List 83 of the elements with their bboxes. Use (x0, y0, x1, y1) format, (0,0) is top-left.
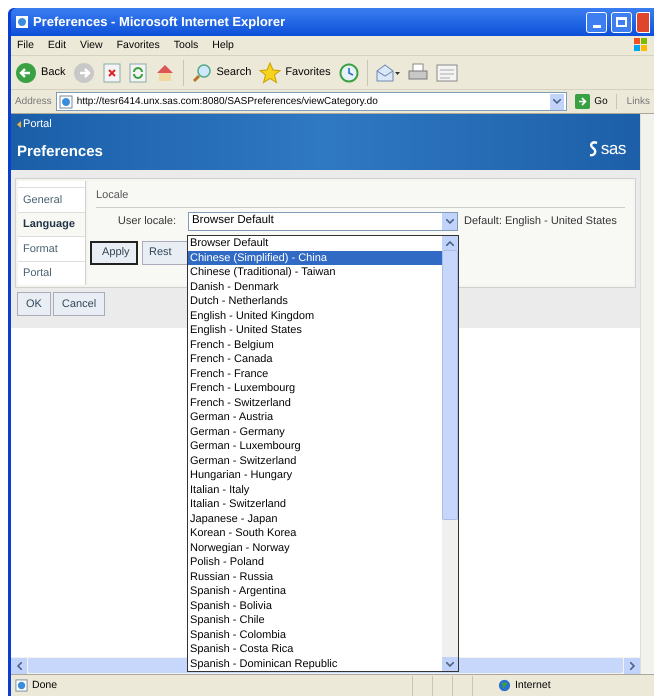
tab[interactable]: Format (18, 236, 85, 260)
search-icon (192, 62, 212, 82)
dropdown-option[interactable]: German - Austria (188, 410, 442, 424)
dropdown-option[interactable]: Spanish - Chile (188, 613, 442, 628)
arrow-right-icon (578, 97, 588, 106)
dropdown-option[interactable]: Chinese (Simplified) - China (188, 250, 442, 265)
house-icon[interactable] (155, 62, 176, 82)
dropdown-option[interactable]: English - United States (188, 323, 442, 338)
dropdown-option[interactable]: Korean - South Korea (188, 526, 442, 540)
default-note: Default: English - United States (464, 214, 617, 229)
dropdown-option[interactable]: Polish - Poland (188, 555, 442, 570)
zone-text: Internet (515, 678, 551, 693)
dropdown-option[interactable]: French - Switzerland (188, 396, 442, 410)
browser-icon (15, 15, 29, 29)
dropdown-option[interactable]: German - Luxembourg (188, 439, 442, 454)
dropdown-option[interactable]: Danish - Denmark (188, 280, 442, 294)
logo-icon (588, 140, 600, 157)
dropdown-option[interactable]: French - France (188, 366, 442, 381)
page-title: Preferences (17, 142, 103, 162)
ok-button[interactable]: OK (17, 292, 51, 316)
triangle-left-icon (17, 120, 21, 128)
menu-item[interactable]: Help (212, 38, 234, 54)
refresh-icon[interactable] (129, 62, 148, 82)
tab[interactable]: Language (18, 212, 85, 236)
scroll-right-icon[interactable] (630, 662, 634, 670)
cancel-button[interactable]: Cancel (52, 292, 106, 316)
clock-icon[interactable] (338, 62, 359, 82)
dropdown-option[interactable]: Spanish - Costa Rica (188, 642, 442, 656)
scroll-down-icon[interactable] (442, 657, 458, 671)
menu-item[interactable]: Tools (174, 38, 198, 54)
vertical-scrollbar[interactable] (640, 114, 654, 674)
close-button[interactable] (636, 12, 650, 32)
apply-button[interactable]: Apply (90, 240, 138, 264)
dropdown-option[interactable]: Dutch - Netherlands (188, 294, 442, 308)
globe-icon (498, 679, 511, 692)
section-title: Locale (96, 187, 625, 208)
dropdown-option[interactable]: Japanese - Japan (188, 512, 442, 526)
minimize-button[interactable] (586, 12, 607, 32)
dropdown-option[interactable]: Norwegian - Norway (188, 540, 442, 555)
dropdown-option[interactable]: French - Belgium (188, 338, 442, 352)
menu-item[interactable]: Edit (48, 38, 66, 54)
portal-link[interactable]: Portal (17, 116, 634, 132)
field-label: User locale: (116, 214, 177, 229)
tab[interactable]: Portal (18, 260, 85, 285)
logo-text: sas (600, 138, 626, 160)
dropdown-option[interactable]: Italian - Italy (188, 482, 442, 497)
page-icon (15, 679, 28, 692)
address-field[interactable]: http://tesr6414.unx.sas.com:8080/SASPreferences/viewCategory.do (56, 92, 568, 111)
dropdown-option[interactable]: English - United Kingdom (188, 308, 442, 323)
dropdown-option[interactable]: German - Switzerland (188, 454, 442, 468)
address-label: Address (15, 95, 52, 109)
maximize-button[interactable] (611, 12, 632, 32)
dropdown-option[interactable]: German - Germany (188, 424, 442, 439)
windows-flag-icon (634, 38, 648, 52)
menu-item[interactable]: Favorites (116, 38, 160, 54)
dropdown-option[interactable]: Spanish - Colombia (188, 628, 442, 642)
menu-item[interactable]: File (17, 38, 34, 54)
locale-select[interactable]: Browser Default (188, 212, 458, 230)
go-button[interactable]: Go (571, 94, 612, 109)
dropdown-option[interactable]: Spanish - Bolivia (188, 598, 442, 613)
links-button[interactable]: Links (616, 94, 650, 109)
scroll-up-icon[interactable] (442, 236, 458, 250)
dropdown-option[interactable]: Chinese (Traditional) - Taiwan (188, 265, 442, 280)
notepad-icon[interactable] (436, 64, 458, 82)
dropdown-option[interactable]: Hungarian - Hungary (188, 468, 442, 482)
stop-icon[interactable] (103, 62, 122, 82)
status-text: Done (32, 678, 58, 693)
favorites-button[interactable]: Favorites (259, 62, 331, 84)
menu-item[interactable]: View (80, 38, 103, 54)
window-title: Preferences - Microsoft Internet Explorer (33, 13, 286, 32)
dropdown-option[interactable]: French - Luxembourg (188, 381, 442, 396)
dropdown-option[interactable]: Russian - Russia (188, 570, 442, 584)
printer-icon[interactable] (408, 62, 428, 82)
search-button[interactable]: Search (192, 62, 252, 82)
scroll-thumb[interactable] (442, 250, 458, 520)
dropdown-option[interactable]: Italian - Switzerland (188, 497, 442, 512)
dropdown-option[interactable]: French - Canada (188, 352, 442, 366)
envelope-icon[interactable] (376, 62, 400, 82)
scroll-left-icon[interactable] (16, 662, 22, 670)
dropdown-option[interactable]: Spanish - Argentina (188, 584, 442, 598)
star-icon (259, 62, 282, 84)
back-button[interactable]: Back (15, 62, 66, 84)
page-icon (58, 94, 73, 108)
